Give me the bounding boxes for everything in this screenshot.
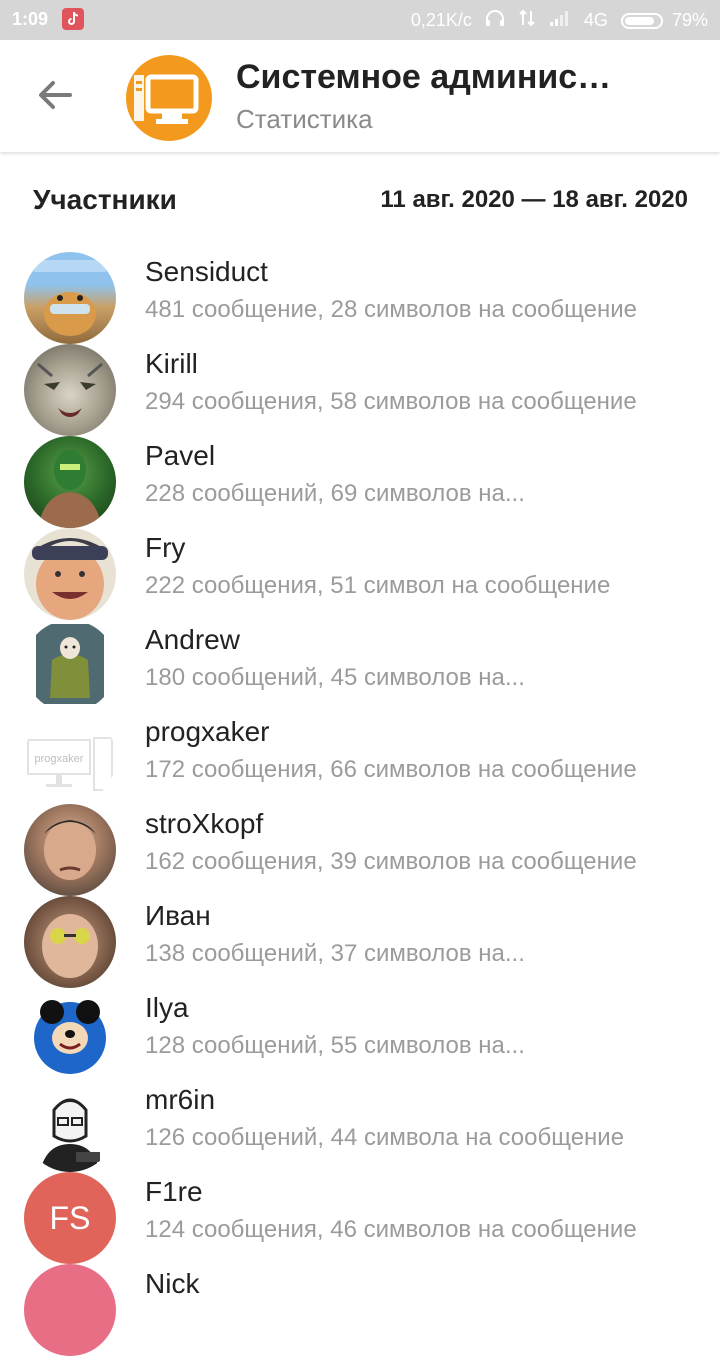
member-stats: 128 сообщений, 55 символов на... [145, 1032, 525, 1059]
network-speed: 0,21K/c [410, 10, 472, 30]
member-name: Fry [145, 532, 186, 563]
member-stats: 180 сообщений, 45 символов на... [145, 664, 525, 691]
member-name: Иван [145, 900, 211, 931]
member-name: F1re [145, 1176, 203, 1207]
member-stats: 138 сообщений, 37 символов на... [145, 940, 525, 967]
list-item[interactable]: Fry 222 сообщения, 51 символ на сообщени… [0, 526, 720, 620]
list-item[interactable]: Ilya 128 сообщений, 55 символов на... [0, 986, 720, 1080]
list-item[interactable]: Kirill 294 сообщения, 58 символов на соо… [0, 342, 720, 436]
avatar: FS [24, 1172, 116, 1264]
list-item[interactable]: stroXkopf 162 сообщения, 39 символов на … [0, 802, 720, 896]
avatar [24, 1264, 116, 1356]
list-item[interactable]: Sensiduct 481 сообщение, 28 символов на … [0, 250, 720, 344]
network-type: 4G [583, 10, 608, 30]
back-arrow-icon[interactable] [36, 78, 76, 112]
signal-icon [549, 10, 571, 31]
list-item[interactable]: FS F1re 124 сообщения, 46 символов на со… [0, 1170, 720, 1264]
avatar [24, 1080, 116, 1172]
list-item[interactable]: Andrew 180 сообщений, 45 символов на... [0, 618, 720, 712]
member-name: Pavel [145, 440, 216, 471]
chat-avatar[interactable] [126, 55, 212, 141]
member-name: Kirill [145, 348, 198, 379]
chat-title: Системное админис… [236, 58, 612, 96]
monitor-icon [134, 74, 199, 124]
avatar [24, 620, 116, 712]
headphones-icon [485, 9, 505, 32]
date-range: 11 авг. 2020 — 18 авг. 2020 [380, 186, 688, 213]
avatar [24, 896, 116, 988]
tiktok-notification-icon [62, 8, 84, 30]
member-stats: 126 сообщений, 44 символа на сообщение [145, 1124, 625, 1151]
app-bar: Системное админис… Статистика [0, 40, 720, 152]
member-name: Andrew [145, 624, 240, 655]
member-stats: 162 сообщения, 39 символов на сообщение [145, 848, 637, 875]
avatar [24, 988, 116, 1080]
data-transfer-icon [518, 9, 536, 32]
avatar [24, 804, 116, 896]
section-title: Участники [33, 184, 177, 215]
battery-level: 79% [671, 10, 708, 30]
battery-icon [620, 12, 663, 29]
list-item[interactable]: Pavel 228 сообщений, 69 символов на... [0, 434, 720, 528]
avatar [24, 436, 116, 528]
list-item[interactable]: mr6in 126 сообщений, 44 символа на сообщ… [0, 1078, 720, 1172]
member-stats: 222 сообщения, 51 символ на сообщение [145, 572, 611, 599]
member-stats: 294 сообщения, 58 символов на сообщение [145, 388, 637, 415]
avatar: progxaker [24, 712, 116, 804]
avatar-initials: FS [49, 1199, 91, 1236]
list-item[interactable]: Иван 138 сообщений, 37 символов на... [0, 894, 720, 988]
member-name: Sensiduct [145, 256, 268, 287]
chat-subtitle: Статистика [236, 104, 373, 134]
members-list: Sensiduct 481 сообщение, 28 символов на … [0, 250, 720, 1356]
avatar [24, 344, 116, 436]
member-stats: 228 сообщений, 69 символов на... [145, 480, 525, 507]
progxaker-logo-text: progxaker [35, 753, 84, 765]
list-item[interactable]: progxaker progxaker 172 сообщения, 66 си… [0, 710, 720, 804]
list-item[interactable]: Nick [0, 1262, 720, 1356]
avatar [24, 252, 116, 344]
status-time: 1:09 [12, 9, 49, 29]
member-name: Ilya [145, 992, 189, 1023]
member-name: progxaker [145, 716, 270, 747]
member-stats: 172 сообщения, 66 символов на сообщение [145, 756, 637, 783]
member-name: mr6in [145, 1084, 216, 1115]
member-name: stroXkopf [145, 808, 264, 839]
member-name: Nick [145, 1268, 200, 1299]
avatar [24, 528, 116, 620]
member-stats: 124 сообщения, 46 символов на сообщение [145, 1216, 637, 1243]
status-bar: 1:09 0,21K/c 4G 79% [0, 0, 720, 40]
member-stats: 481 сообщение, 28 символов на сообщение [145, 296, 638, 323]
